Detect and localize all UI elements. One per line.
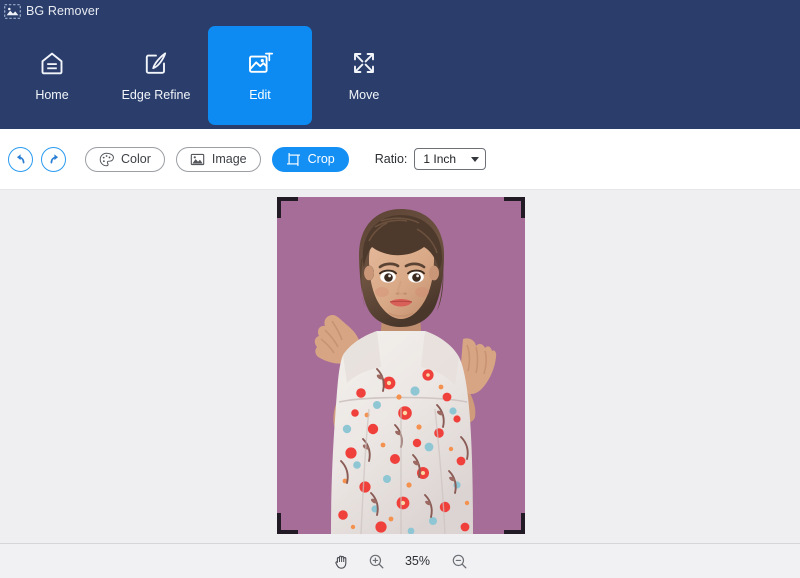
image-canvas[interactable] (0, 190, 800, 543)
zoom-controls: 35% (333, 553, 468, 570)
crop-handle-bottom-right[interactable] (504, 513, 525, 534)
app-title: BG Remover (26, 3, 100, 18)
crop-handle-top-right[interactable] (504, 197, 525, 218)
ratio-select[interactable]: 1 Inch (414, 148, 487, 170)
undo-button[interactable] (8, 146, 33, 172)
nav-tab-move[interactable]: Move (312, 26, 416, 125)
ratio-label: Ratio: (374, 152, 408, 166)
image-button[interactable]: Image (175, 146, 261, 172)
chevron-down-icon (471, 156, 480, 162)
color-button[interactable]: Color (85, 146, 165, 172)
redo-button[interactable] (41, 146, 66, 172)
hand-icon[interactable] (333, 553, 350, 570)
title-bar: BG Remover (0, 0, 800, 22)
edit-toolbar: Color Image Crop Ratio: 1 Inch (0, 129, 800, 190)
image-button-label: Image (211, 151, 247, 166)
undo-arrow-icon (16, 154, 24, 164)
crop-button-label: Crop (307, 151, 335, 166)
nav-tabs: Home Edge Refine Edit Move (0, 22, 416, 129)
nav-bar: Home Edge Refine Edit Move (0, 22, 800, 129)
crop-selection[interactable] (277, 197, 525, 534)
color-button-label: Color (121, 151, 151, 166)
expand-arrows-icon (354, 53, 374, 74)
status-bar: 35% (0, 543, 800, 578)
home-icon (41, 52, 63, 75)
nav-tab-label: Move (348, 88, 380, 103)
picture-icon (190, 153, 205, 165)
palette-icon (99, 152, 114, 166)
crop-button[interactable]: Crop (271, 146, 349, 172)
image-edit-icon (249, 52, 274, 73)
nav-tab-edge-refine[interactable]: Edge Refine (104, 26, 208, 125)
toddler-portrait-image (277, 197, 525, 534)
pen-square-icon (145, 52, 167, 74)
crop-handle-top-left[interactable] (277, 197, 298, 218)
ratio-select-value: 1 Inch (423, 152, 457, 166)
nav-tab-home[interactable]: Home (0, 26, 104, 125)
zoom-level-label: 35% (404, 553, 431, 568)
nav-tab-edit[interactable]: Edit (208, 26, 312, 125)
nav-tab-label: Home (35, 88, 69, 103)
app-window: BG Remover Home Edge Refine Edit Move Co… (0, 0, 800, 578)
redo-arrow-icon (50, 154, 58, 164)
nav-tab-label: Edit (249, 88, 271, 103)
magnifier-plus-icon[interactable] (368, 553, 385, 570)
magnifier-minus-icon[interactable] (451, 553, 468, 570)
photo-preview (277, 197, 525, 534)
nav-tab-label: Edge Refine (121, 88, 191, 103)
photo-frame-icon (4, 3, 21, 19)
crop-handle-bottom-left[interactable] (277, 513, 298, 534)
ratio-control: Ratio: 1 Inch (375, 148, 487, 170)
crop-frame-icon (286, 152, 300, 166)
